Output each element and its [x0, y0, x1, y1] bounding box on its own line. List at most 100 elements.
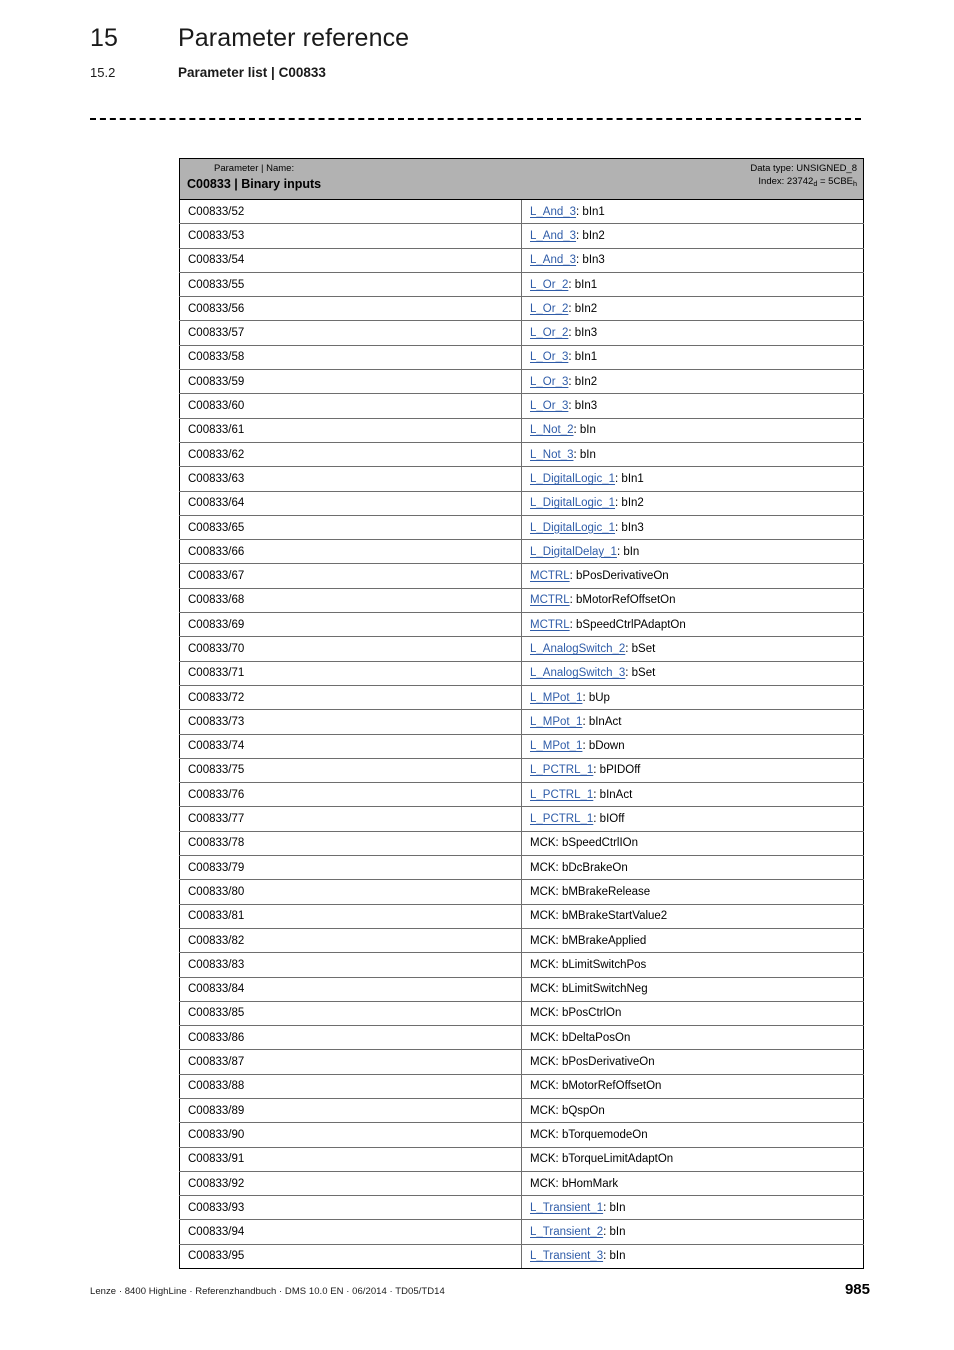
- parameter-signal-cell: MCK: bDcBrakeOn: [521, 855, 864, 881]
- signal-link[interactable]: L_Or_3: [530, 376, 568, 388]
- table-row: C00833/73 L_MPot_1: bInAct: [179, 709, 864, 735]
- parameter-signal-cell[interactable]: L_PCTRL_1: bInAct: [521, 782, 864, 808]
- parameter-signal-cell[interactable]: L_Or_3: bIn2: [521, 369, 864, 395]
- parameter-signal-cell[interactable]: L_And_3: bIn1: [521, 199, 864, 225]
- parameter-signal-cell[interactable]: L_Or_2: bIn1: [521, 272, 864, 298]
- parameter-code-cell: C00833/88: [179, 1074, 522, 1099]
- parameter-code-cell: C00833/68: [179, 588, 522, 614]
- signal-link[interactable]: L_DigitalLogic_1: [530, 473, 615, 485]
- parameter-signal-cell[interactable]: L_Or_3: bIn1: [521, 345, 864, 371]
- signal-link[interactable]: L_Or_2: [530, 303, 568, 315]
- signal-link[interactable]: L_And_3: [530, 230, 576, 242]
- table-row: C00833/52 L_And_3: bIn1: [179, 199, 864, 225]
- parameter-signal-cell[interactable]: MCTRL: bSpeedCtrlPAdaptOn: [521, 612, 864, 638]
- chapter-heading: 15 Parameter reference: [90, 24, 870, 58]
- signal-suffix: : bDown: [582, 740, 625, 753]
- signal-link[interactable]: L_Not_3: [530, 449, 573, 461]
- signal-link[interactable]: L_Or_3: [530, 351, 568, 363]
- signal-link[interactable]: L_And_3: [530, 206, 576, 218]
- parameter-signal-cell[interactable]: L_Transient_1: bIn: [521, 1195, 864, 1221]
- table-row: C00833/65 L_DigitalLogic_1: bIn3: [179, 515, 864, 541]
- parameter-signal-cell[interactable]: L_DigitalLogic_1: bIn2: [521, 491, 864, 516]
- parameter-signal-cell[interactable]: MCTRL: bMotorRefOffsetOn: [521, 588, 864, 614]
- signal-link[interactable]: L_Or_2: [530, 279, 568, 291]
- signal-link[interactable]: L_AnalogSwitch_2: [530, 643, 625, 655]
- signal-link[interactable]: MCTRL: [530, 570, 570, 582]
- signal-link[interactable]: L_MPot_1: [530, 716, 582, 728]
- parameter-signal-cell[interactable]: L_PCTRL_1: bPIDOff: [521, 758, 864, 784]
- parameter-signal-cell: MCK: bLimitSwitchPos: [521, 952, 864, 978]
- signal-link[interactable]: L_PCTRL_1: [530, 764, 593, 776]
- table-row: C00833/77 L_PCTRL_1: bIOff: [179, 806, 864, 832]
- table-row: C00833/85 MCK: bPosCtrlOn: [179, 1001, 864, 1027]
- table-row: C00833/63 L_DigitalLogic_1: bIn1: [179, 466, 864, 492]
- signal-suffix: : bSpeedCtrlPAdaptOn: [569, 618, 686, 631]
- table-row: C00833/79 MCK: bDcBrakeOn: [179, 855, 864, 881]
- signal-suffix: : bIn2: [576, 229, 605, 242]
- signal-suffix: : bSet: [625, 642, 656, 655]
- parameter-signal-cell[interactable]: MCTRL: bPosDerivativeOn: [521, 563, 864, 589]
- signal-link[interactable]: L_Or_3: [530, 400, 568, 412]
- signal-suffix: : bIn2: [568, 375, 598, 388]
- parameter-signal-cell[interactable]: L_AnalogSwitch_3: bSet: [521, 661, 864, 686]
- signal-link[interactable]: L_MPot_1: [530, 692, 582, 704]
- signal-suffix: : bInAct: [593, 788, 633, 801]
- table-row: C00833/84 MCK: bLimitSwitchNeg: [179, 977, 864, 1002]
- signal-link[interactable]: L_PCTRL_1: [530, 813, 593, 825]
- signal-link[interactable]: L_DigitalDelay_1: [530, 546, 617, 558]
- parameter-signal-cell[interactable]: L_Or_3: bIn3: [521, 393, 864, 419]
- parameter-signal-cell[interactable]: L_DigitalLogic_1: bIn3: [521, 515, 864, 541]
- signal-text: MCK: bMBrakeStartValue2: [530, 910, 668, 923]
- signal-link[interactable]: MCTRL: [530, 619, 570, 631]
- parameter-code-cell: C00833/72: [179, 685, 522, 711]
- parameter-signal-cell[interactable]: L_Not_2: bIn: [521, 418, 864, 443]
- signal-suffix: : bIn3: [576, 254, 605, 267]
- signal-link[interactable]: L_And_3: [530, 254, 576, 266]
- signal-text: MCK: bMBrakeApplied: [530, 934, 647, 947]
- table-row: C00833/76 L_PCTRL_1: bInAct: [179, 782, 864, 808]
- parameter-signal-cell[interactable]: L_MPot_1: bUp: [521, 685, 864, 711]
- parameter-signal-cell[interactable]: L_Or_2: bIn3: [521, 320, 864, 346]
- table-row: C00833/70 L_AnalogSwitch_2: bSet: [179, 636, 864, 662]
- table-row: C00833/94 L_Transient_2: bIn: [179, 1219, 864, 1245]
- section-number: 15.2: [90, 65, 116, 80]
- parameter-signal-cell[interactable]: L_MPot_1: bDown: [521, 734, 864, 759]
- index-sub-hex: h: [853, 179, 857, 188]
- parameter-identity: Parameter | Name: C00833 | Binary inputs: [187, 163, 321, 192]
- parameter-signal-cell[interactable]: L_AnalogSwitch_2: bSet: [521, 636, 864, 662]
- signal-link[interactable]: L_AnalogSwitch_3: [530, 667, 625, 679]
- parameter-signal-cell[interactable]: L_DigitalLogic_1: bIn1: [521, 466, 864, 492]
- signal-link[interactable]: L_Transient_2: [530, 1226, 603, 1238]
- signal-link[interactable]: L_Not_2: [530, 424, 573, 436]
- parameter-code-cell: C00833/69: [179, 612, 522, 638]
- parameter-signal-cell[interactable]: L_Transient_3: bIn: [521, 1244, 864, 1270]
- parameter-signal-cell[interactable]: L_MPot_1: bInAct: [521, 709, 864, 735]
- signal-link[interactable]: L_PCTRL_1: [530, 789, 593, 801]
- signal-link[interactable]: MCTRL: [530, 594, 570, 606]
- signal-suffix: : bMotorRefOffsetOn: [569, 594, 676, 607]
- parameter-signal-cell: MCK: bPosCtrlOn: [521, 1001, 864, 1027]
- signal-link[interactable]: L_MPot_1: [530, 740, 582, 752]
- parameter-signal-cell[interactable]: L_PCTRL_1: bIOff: [521, 806, 864, 832]
- signal-text: MCK: bSpeedCtrlIOn: [530, 837, 639, 850]
- parameter-signal-cell[interactable]: L_Or_2: bIn2: [521, 296, 864, 322]
- parameter-code-cell: C00833/71: [179, 661, 522, 686]
- parameter-signal-cell: MCK: bHomMark: [521, 1171, 864, 1197]
- parameter-signal-cell[interactable]: L_And_3: bIn2: [521, 223, 864, 249]
- parameter-signal-cell[interactable]: L_DigitalDelay_1: bIn: [521, 539, 864, 565]
- signal-link[interactable]: L_Transient_3: [530, 1250, 603, 1262]
- parameter-signal-cell[interactable]: L_Not_3: bIn: [521, 442, 864, 468]
- signal-link[interactable]: L_Or_2: [530, 327, 568, 339]
- parameter-signal-cell[interactable]: L_And_3: bIn3: [521, 248, 864, 273]
- section-heading: 15.2 Parameter list | C00833: [90, 65, 870, 80]
- parameter-signal-cell[interactable]: L_Transient_2: bIn: [521, 1219, 864, 1245]
- parameter-signal-cell: MCK: bPosDerivativeOn: [521, 1049, 864, 1075]
- signal-suffix: : bIn2: [568, 302, 598, 315]
- parameter-signal-cell: MCK: bTorquemodeOn: [521, 1122, 864, 1148]
- parameter-code-cell: C00833/78: [179, 831, 522, 857]
- signal-link[interactable]: L_Transient_1: [530, 1202, 603, 1214]
- parameter-code-cell: C00833/59: [179, 369, 522, 395]
- parameter-code-cell: C00833/73: [179, 709, 522, 735]
- signal-link[interactable]: L_DigitalLogic_1: [530, 497, 615, 509]
- signal-link[interactable]: L_DigitalLogic_1: [530, 522, 615, 534]
